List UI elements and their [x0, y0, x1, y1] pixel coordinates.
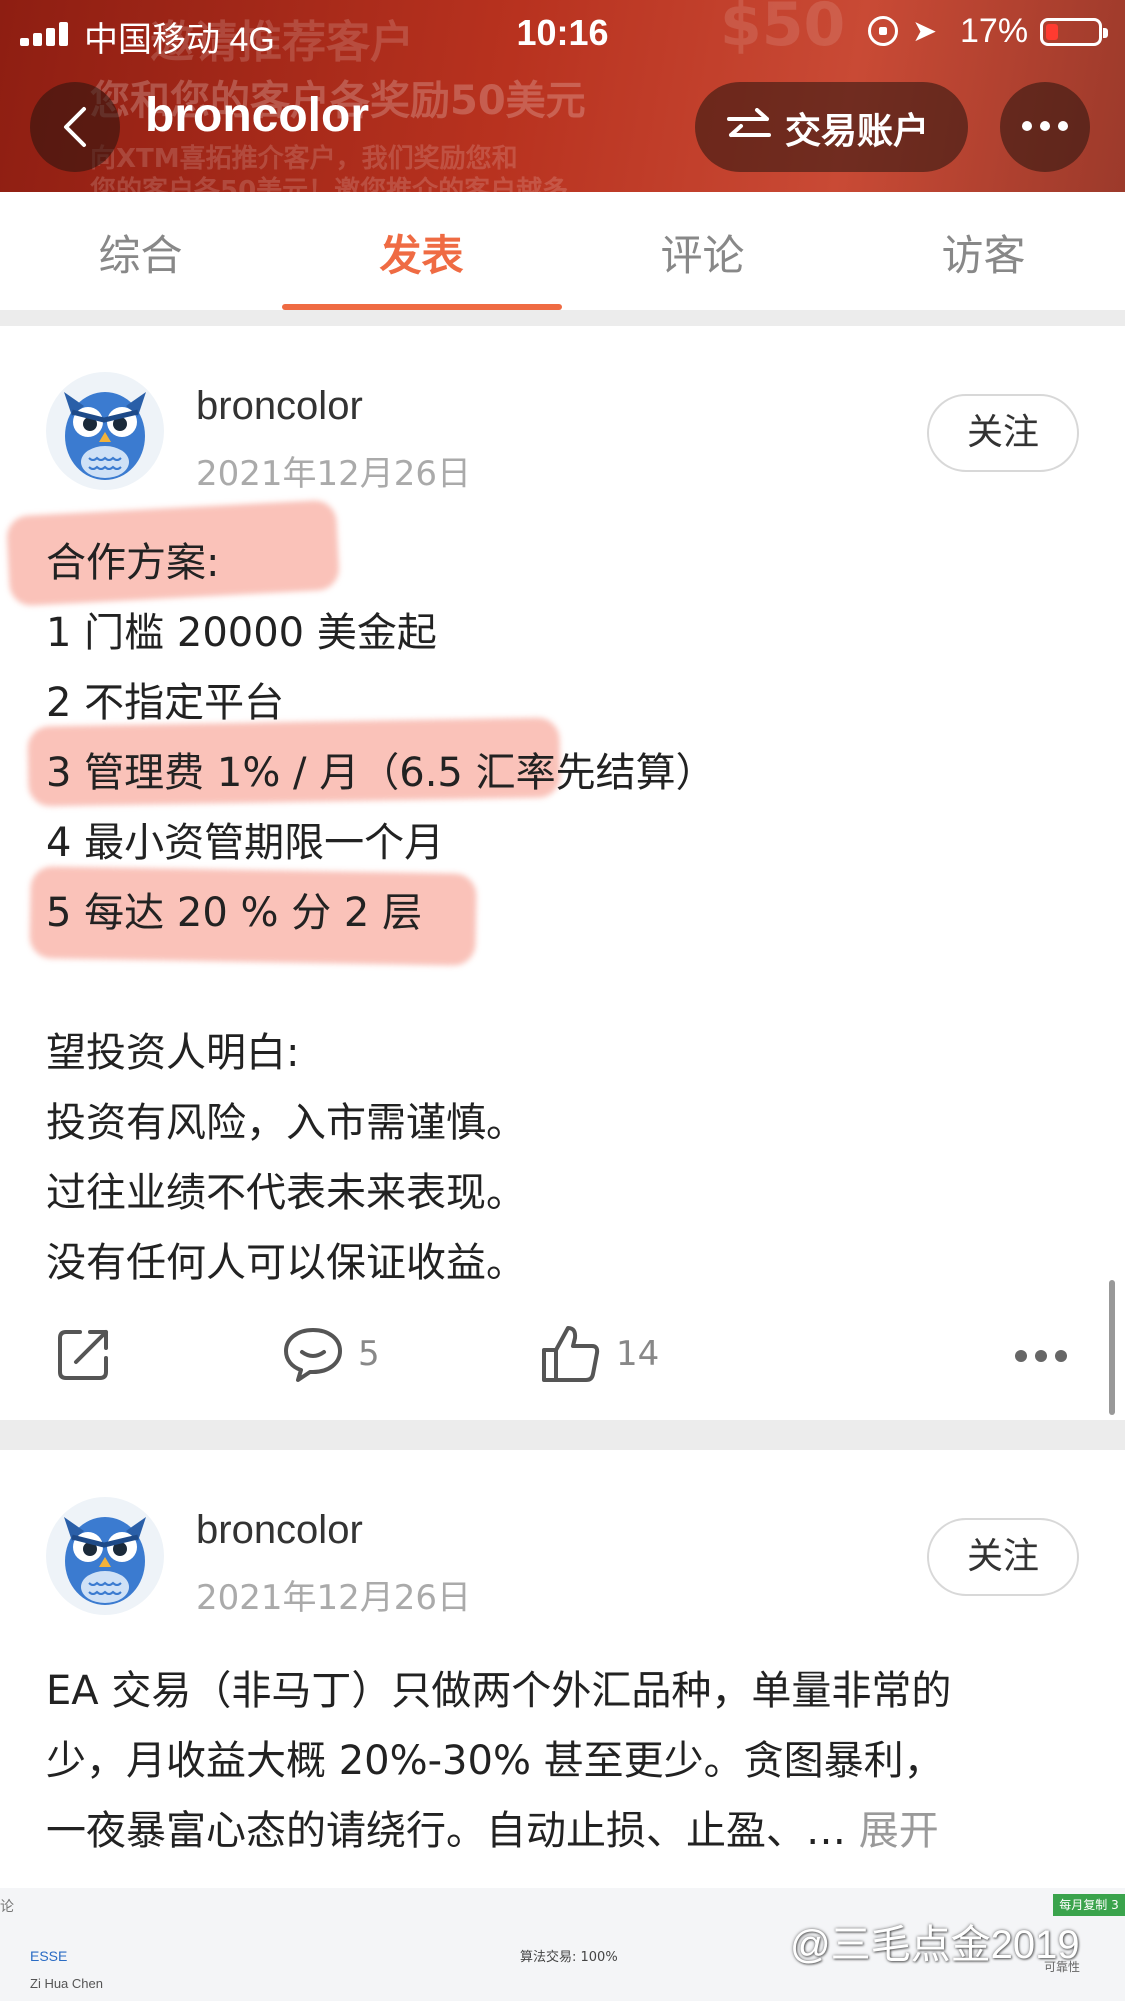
post-text-line: 一夜暴富心态的请绕行。自动止损、止盈、… 展开	[46, 1798, 939, 1856]
divider	[0, 1420, 1125, 1450]
trading-account-button[interactable]: 交易账户	[695, 82, 968, 172]
post-text-line-content: 一夜暴富心态的请绕行。自动止损、止盈、…	[46, 1808, 859, 1854]
battery-icon	[1040, 18, 1108, 46]
profile-tabs: 综合 发表 评论 访客	[0, 192, 1125, 310]
like-button[interactable]	[540, 1324, 602, 1388]
owl-avatar-icon	[64, 392, 146, 480]
banner-ghost-text: 您的客户各50美元！邀您推介的客户越多	[90, 176, 569, 192]
rotation-lock-icon	[868, 16, 898, 46]
status-bar: 中国移动 4G 10:16 ➤ 17%	[0, 0, 1125, 60]
comment-icon	[284, 1328, 342, 1382]
post-text-line: 3 管理费 1% / 月（6.5 汇率先结算）	[46, 750, 716, 796]
avatar[interactable]	[46, 372, 164, 490]
follow-button[interactable]: 关注	[927, 394, 1079, 472]
thumbs-up-icon	[542, 1326, 600, 1382]
more-options-button[interactable]	[1000, 82, 1090, 172]
post-text-line: 4 最小资管期限一个月	[46, 820, 445, 866]
watermark: @三毛点金2019	[790, 1923, 1080, 1967]
preview-account-owner: Zi Hua Chen	[30, 1976, 103, 1991]
tab-comments[interactable]: 评论	[562, 222, 843, 283]
tab-overview[interactable]: 综合	[0, 222, 281, 283]
avatar[interactable]	[46, 1497, 164, 1615]
profile-header-banner: 邀请推荐客户 $50 您和您的客户各奖励50美元 向XTM喜拓推介客户，我们奖励…	[0, 0, 1125, 192]
post-author[interactable]: broncolor	[196, 384, 363, 429]
battery-percent: 17%	[960, 12, 1029, 50]
post-text-line: EA 交易（非马丁）只做两个外汇品种，单量非常的	[46, 1668, 952, 1714]
more-dots-icon	[1022, 121, 1032, 131]
comment-button[interactable]	[282, 1326, 344, 1388]
post-more-icon[interactable]	[1015, 1350, 1027, 1362]
post-text-line: 5 每达 20 % 分 2 层	[46, 890, 423, 936]
post-text-line: 1 门槛 20000 美金起	[46, 610, 437, 656]
post-text-line: 合作方案:	[46, 540, 220, 586]
preview-metric: 算法交易: 100%	[520, 1950, 618, 1965]
trading-account-label: 交易账户	[785, 111, 930, 152]
preview-label: 论	[0, 1899, 14, 1915]
chevron-left-icon	[64, 107, 86, 147]
comment-count: 5	[358, 1334, 380, 1374]
post-text-line: 2 不指定平台	[46, 680, 285, 726]
post-text-line: 少，月收益大概 20%-30% 甚至更少。贪图暴利，	[46, 1738, 944, 1784]
post-text-line: 没有任何人可以保证收益。	[46, 1240, 526, 1286]
post-date: 2021年12月26日	[196, 1578, 472, 1618]
share-icon	[58, 1330, 108, 1380]
post-text-line: 过往业绩不代表未来表现。	[46, 1170, 526, 1216]
post-actions: 5 14	[0, 1310, 1125, 1400]
post-date: 2021年12月26日	[196, 454, 472, 494]
post-text-line: 望投资人明白:	[46, 1030, 300, 1076]
follow-button[interactable]: 关注	[927, 1518, 1079, 1596]
tab-visitors[interactable]: 访客	[843, 222, 1124, 283]
owl-avatar-icon	[64, 1517, 146, 1605]
back-button[interactable]	[30, 82, 120, 172]
tab-posts[interactable]: 发表	[281, 222, 562, 283]
swap-arrows-icon	[727, 108, 771, 137]
post-author[interactable]: broncolor	[196, 1508, 363, 1553]
expand-link[interactable]: 展开	[859, 1808, 939, 1854]
location-arrow-icon: ➤	[912, 15, 938, 48]
like-count: 14	[616, 1334, 660, 1374]
preview-account-name: ESSE	[30, 1948, 68, 1964]
divider	[0, 310, 1125, 326]
post-text-line: 投资有风险，入市需谨慎。	[46, 1100, 526, 1146]
share-button[interactable]	[56, 1326, 112, 1386]
page-title: broncolor	[145, 89, 369, 142]
scrollbar[interactable]	[1109, 1280, 1115, 1415]
